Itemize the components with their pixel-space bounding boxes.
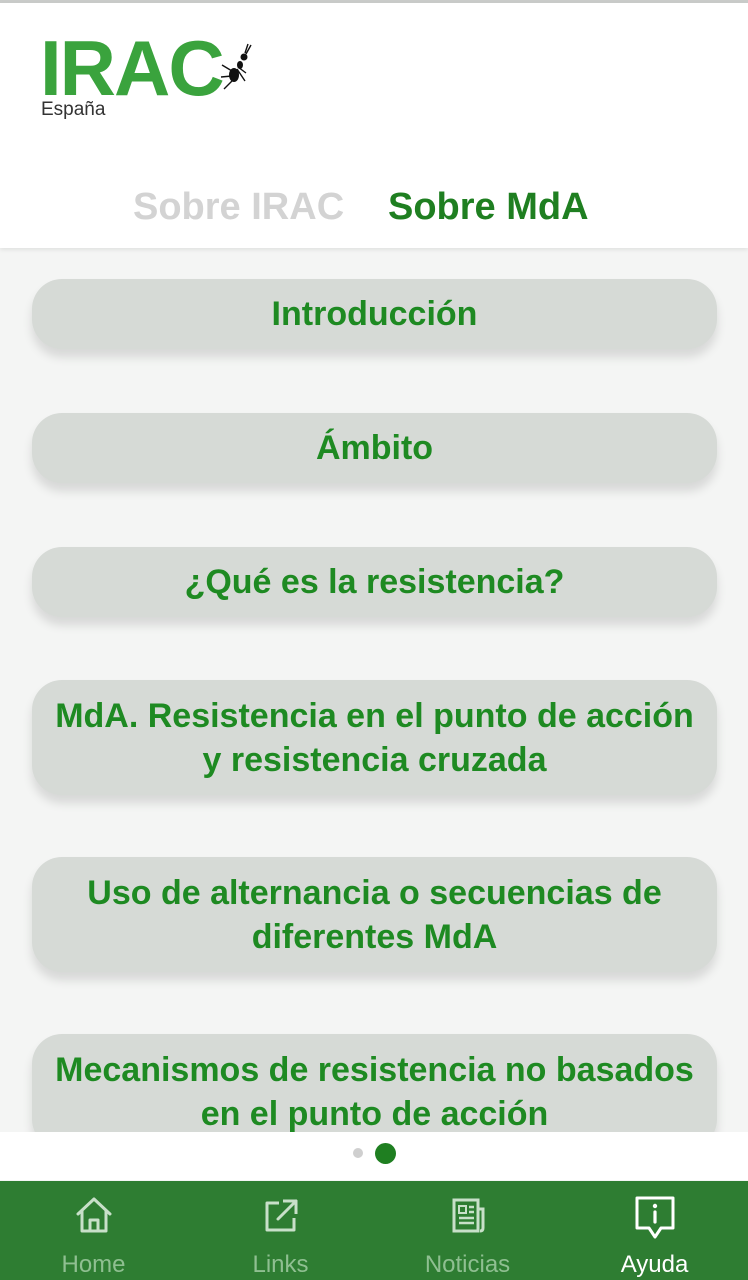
tab-sobre-mda[interactable]: Sobre MdA xyxy=(388,186,589,229)
card-introduccion[interactable]: Introducción xyxy=(32,279,717,349)
tab-sobre-irac[interactable]: Sobre IRAC xyxy=(133,186,344,229)
card-label-line-1: MdA. Resistencia en el punto de acción xyxy=(55,696,694,735)
home-icon xyxy=(76,1197,111,1233)
nav-label: Ayuda xyxy=(620,1251,689,1278)
topics-list[interactable]: Introducción Ámbito ¿Qué es la resistenc… xyxy=(0,248,748,1132)
card-label-line-2: y resistencia cruzada xyxy=(202,740,547,779)
page-dot-1[interactable] xyxy=(353,1148,363,1158)
card-label-line-1: Uso de alternancia o secuencias de xyxy=(87,873,662,912)
app-header: IRAC España Sobre IRAC Sobre MdA xyxy=(0,3,748,248)
card-label: Ámbito xyxy=(315,429,434,467)
card-que-es-resistencia[interactable]: ¿Qué es la resistencia? xyxy=(32,547,717,617)
card-label-line-1: Mecanismos de resistencia no basados xyxy=(55,1050,694,1089)
page-indicator xyxy=(0,1132,748,1180)
nav-links[interactable]: Links xyxy=(187,1181,374,1280)
ant-icon xyxy=(220,43,252,90)
external-link-icon xyxy=(265,1199,297,1232)
card-ambito[interactable]: Ámbito xyxy=(32,413,717,483)
card-label-line-2: diferentes MdA xyxy=(251,917,498,956)
nav-label: Links xyxy=(252,1251,309,1278)
irac-logo: IRAC España xyxy=(40,29,270,133)
logo-text: IRAC xyxy=(40,24,225,112)
card-mecanismos-resistencia[interactable]: Mecanismos de resistencia no basados en … xyxy=(32,1034,717,1132)
nav-noticias[interactable]: Noticias xyxy=(374,1181,561,1280)
section-tabs: Sobre IRAC Sobre MdA xyxy=(0,186,748,241)
logo-subtitle: España xyxy=(41,99,106,120)
nav-label: Home xyxy=(61,1251,126,1278)
card-mda-resistencia[interactable]: MdA. Resistencia en el punto de acción y… xyxy=(32,680,717,795)
card-uso-alternancia[interactable]: Uso de alternancia o secuencias de difer… xyxy=(32,857,717,972)
bottom-navigation: Home Links Noticias Ayuda xyxy=(0,1181,748,1280)
card-label: ¿Qué es la resistencia? xyxy=(184,563,565,601)
nav-home[interactable]: Home xyxy=(0,1181,187,1280)
nav-ayuda[interactable]: Ayuda xyxy=(561,1181,748,1280)
nav-label: Noticias xyxy=(424,1251,511,1278)
card-label: Introducción xyxy=(271,295,478,333)
card-label-line-2: en el punto de acción xyxy=(200,1094,549,1133)
page-dot-2-active[interactable] xyxy=(375,1143,396,1164)
info-icon xyxy=(635,1196,674,1239)
news-icon xyxy=(452,1198,484,1233)
